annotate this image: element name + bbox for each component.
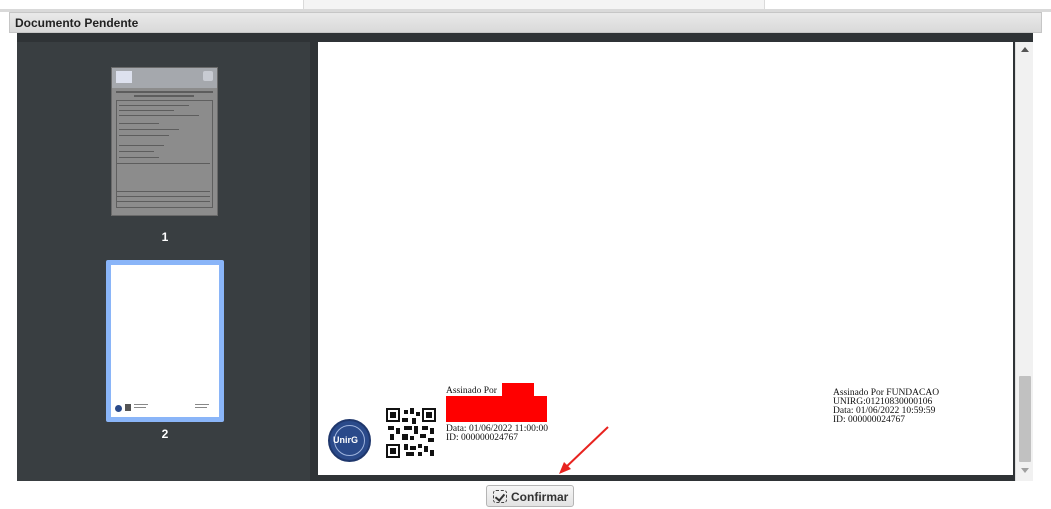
thumbnail-table — [116, 100, 213, 208]
thumbnail-qr-icon — [125, 404, 131, 411]
viewer-top-edge — [17, 33, 1033, 42]
thumbnail-text-line — [134, 95, 194, 97]
dialog-title: Documento Pendente — [15, 16, 139, 30]
scroll-up-arrow-icon[interactable] — [1021, 47, 1029, 52]
seal-text: UnirG — [333, 435, 359, 445]
scroll-down-arrow-icon[interactable] — [1021, 468, 1029, 473]
signature-left-id: ID: 000000024767 — [446, 433, 519, 443]
annotation-arrow-icon — [559, 426, 609, 474]
confirm-button-label: Confirmar — [511, 490, 569, 504]
redacted-name — [502, 383, 534, 396]
thumbnail-seal-icon — [115, 405, 122, 412]
confirm-button[interactable]: Confirmar — [486, 485, 574, 507]
page-thumbnail-2 — [111, 265, 219, 417]
checkbox-check-icon — [493, 490, 507, 503]
thumbnail-text-line — [116, 91, 213, 93]
dialog-titlebar: Documento Pendente — [9, 12, 1042, 33]
scrollbar-thumb[interactable] — [1019, 376, 1031, 462]
page-thumbnail-2-selected[interactable] — [106, 260, 224, 422]
thumbnail-header — [112, 68, 217, 88]
qr-code-icon — [386, 408, 436, 458]
thumbnail-seal-icon — [203, 71, 213, 81]
signature-right-id: ID: 000000024767 — [833, 415, 906, 425]
thumbnail-logo-icon — [116, 71, 132, 83]
page-number-2: 2 — [161, 427, 169, 441]
signature-left-line1: Assinado Por — [446, 386, 497, 396]
page-number-1: 1 — [161, 230, 169, 244]
redacted-block — [446, 396, 547, 422]
page-thumbnail-1[interactable] — [111, 67, 218, 216]
viewer-scrollbar[interactable] — [1015, 42, 1033, 481]
unirg-seal-logo: UnirG — [328, 419, 371, 462]
top-strip — [0, 0, 1051, 12]
